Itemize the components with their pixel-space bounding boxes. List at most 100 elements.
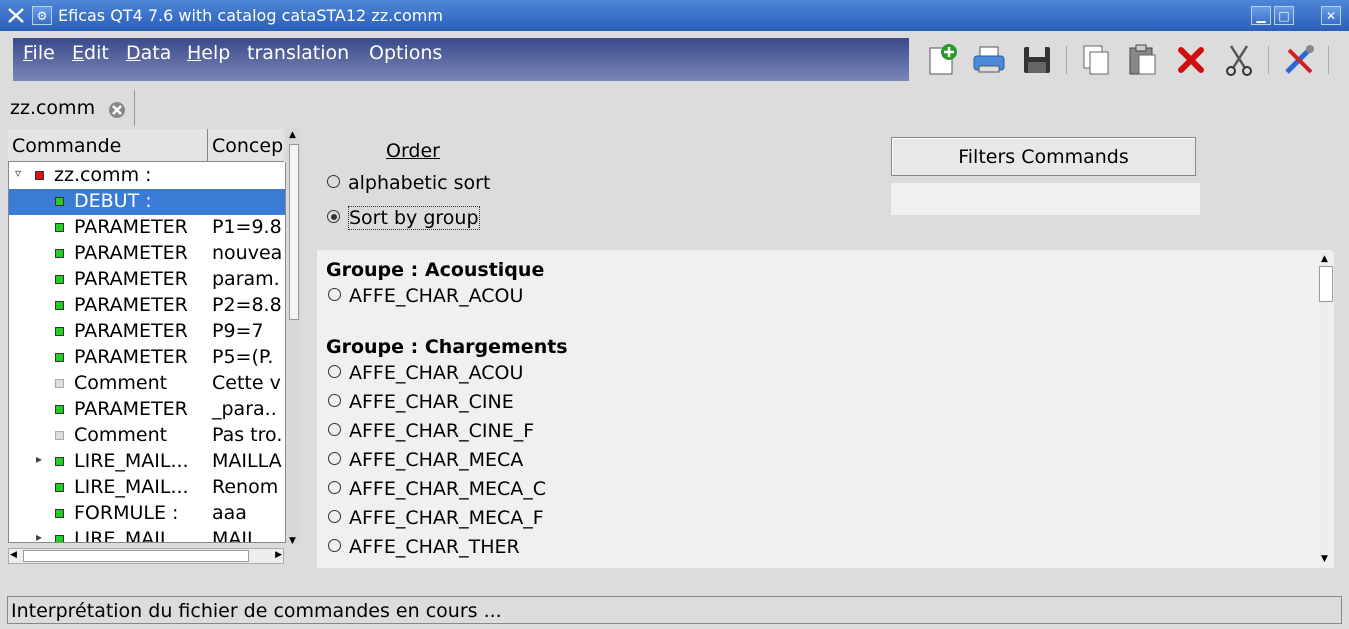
tree-row[interactable]: Comment Cette v xyxy=(9,371,285,397)
save-icon[interactable] xyxy=(1019,42,1055,78)
command-tree-panel: Commande Concep ▿ zz.comm : DEBUT : PARAMET… xyxy=(7,128,303,568)
app-icon xyxy=(8,8,24,23)
radio-icon[interactable] xyxy=(328,452,341,465)
expand-arrow-icon[interactable]: ▸ xyxy=(36,530,42,542)
print-icon[interactable] xyxy=(971,42,1007,78)
command-radio-item[interactable]: AFFE_CHAR_MECA_F xyxy=(328,507,544,529)
menu-options[interactable]: Options xyxy=(369,42,442,64)
comment-icon xyxy=(55,431,64,440)
tree-row-command: Comment xyxy=(74,424,168,446)
radio-alphabetic-sort[interactable]: alphabetic sort xyxy=(327,172,490,194)
status-text: Interprétation du fichier de commandes e… xyxy=(11,600,502,622)
command-list[interactable]: Groupe : Acoustique AFFE_CHAR_ACOU Groupe … xyxy=(317,250,1332,568)
radio-icon[interactable] xyxy=(328,365,341,378)
close-window-button[interactable]: ✕ xyxy=(1321,6,1341,25)
menu-data[interactable]: Data xyxy=(126,42,171,64)
tree-row-command: PARAMETER xyxy=(74,294,188,316)
group-title: Groupe : Acoustique xyxy=(326,259,545,281)
radio-icon[interactable] xyxy=(328,539,341,552)
radio-icon[interactable] xyxy=(328,423,341,436)
filter-input[interactable] xyxy=(891,183,1200,215)
minimize-button[interactable]: ▁ xyxy=(1251,6,1271,25)
tree-vertical-scrollbar[interactable]: ▲ ▼ xyxy=(287,128,301,546)
command-radio-item[interactable]: AFFE_CHAR_ACOU xyxy=(328,362,523,384)
cut-icon[interactable] xyxy=(1221,42,1257,78)
tree-row[interactable]: PARAMETER _para.. xyxy=(9,397,285,423)
status-invalid-icon xyxy=(35,171,44,180)
tree-row-concept: aaa xyxy=(212,502,247,524)
tree-row[interactable]: ▿ zz.comm : xyxy=(9,163,285,189)
scroll-left-icon[interactable]: ◀ xyxy=(10,550,17,560)
menu-bar: File Edit Data Help translation Options xyxy=(13,38,909,81)
maximize-button[interactable]: □ xyxy=(1274,6,1294,25)
radio-icon[interactable] xyxy=(328,288,341,301)
tree-row[interactable]: DEBUT : xyxy=(9,189,285,215)
tree-row[interactable]: PARAMETER P5=(P. xyxy=(9,345,285,371)
menu-translation[interactable]: translation xyxy=(247,42,349,64)
command-label: AFFE_CHAR_MECA_F xyxy=(349,507,544,529)
tree-row-concept: Renom xyxy=(212,476,279,498)
radio-icon[interactable] xyxy=(328,394,341,407)
radio-checked-icon[interactable] xyxy=(327,210,340,223)
scroll-up-icon[interactable]: ▲ xyxy=(1321,254,1328,264)
command-radio-item[interactable]: AFFE_CHAR_THER xyxy=(328,536,520,558)
command-radio-item[interactable]: AFFE_CHAR_MECA_C xyxy=(328,478,546,500)
close-tab-icon[interactable] xyxy=(108,101,126,119)
expand-arrow-icon[interactable]: ▸ xyxy=(36,452,42,466)
status-valid-icon xyxy=(55,405,64,414)
paste-icon[interactable] xyxy=(1125,42,1161,78)
new-file-icon[interactable] xyxy=(924,42,960,78)
scrollbar-thumb[interactable] xyxy=(289,144,299,320)
scrollbar-thumb[interactable] xyxy=(1319,266,1333,302)
scroll-down-icon[interactable]: ▼ xyxy=(1321,554,1328,564)
command-tree[interactable]: ▿ zz.comm : DEBUT : PARAMETER P1=9.8 PARAMETE… xyxy=(8,162,286,543)
radio-icon[interactable] xyxy=(328,481,341,494)
status-valid-icon xyxy=(55,353,64,362)
radio-sort-by-group[interactable]: Sort by group xyxy=(327,206,480,230)
command-radio-item[interactable]: AFFE_CHAR_CINE_F xyxy=(328,420,534,442)
tree-row[interactable]: PARAMETER nouvea xyxy=(9,241,285,267)
scroll-up-icon[interactable]: ▲ xyxy=(289,130,296,140)
command-label: AFFE_CHAR_ACOU xyxy=(349,362,524,384)
delete-icon[interactable] xyxy=(1173,42,1209,78)
command-list-scrollbar[interactable]: ▲ ▼ xyxy=(1318,252,1334,568)
tree-row[interactable]: PARAMETER P9=7 xyxy=(9,319,285,345)
tree-row[interactable]: PARAMETER P2=8.8 xyxy=(9,293,285,319)
tree-row[interactable]: PARAMETER P1=9.8 xyxy=(9,215,285,241)
radio-icon[interactable] xyxy=(327,175,340,188)
tree-row[interactable]: ▸ LIRE_MAIL... MAIL xyxy=(9,527,285,543)
column-header-commande[interactable]: Commande xyxy=(12,135,121,157)
tree-row[interactable]: LIRE_MAIL... Renom xyxy=(9,475,285,501)
tab-label: zz.comm xyxy=(10,97,96,119)
tab-zz-comm[interactable]: zz.comm xyxy=(4,90,135,126)
tree-row-concept: P1=9.8 xyxy=(212,216,282,238)
window-menu-icon[interactable]: ⚙ xyxy=(32,6,52,25)
menu-help[interactable]: Help xyxy=(187,42,230,64)
command-radio-item[interactable]: AFFE_CHAR_ACOU xyxy=(328,285,523,307)
menu-file[interactable]: File xyxy=(23,42,55,64)
tree-row-concept: P5=(P. xyxy=(212,346,274,368)
radio-icon[interactable] xyxy=(328,510,341,523)
tree-row-concept: MAIL xyxy=(212,528,258,543)
filters-commands-button[interactable]: Filters Commands xyxy=(891,137,1196,176)
menu-edit[interactable]: Edit xyxy=(72,42,109,64)
tools-icon[interactable] xyxy=(1281,42,1317,78)
collapse-arrow-icon[interactable]: ▿ xyxy=(15,166,21,180)
copy-icon[interactable] xyxy=(1078,42,1114,78)
tree-row-command: PARAMETER xyxy=(74,398,188,420)
tree-row[interactable]: FORMULE : aaa xyxy=(9,501,285,527)
tree-row-command: Comment xyxy=(74,372,168,394)
tree-row[interactable]: Comment Pas tro. xyxy=(9,423,285,449)
tree-row[interactable]: PARAMETER param. xyxy=(9,267,285,293)
column-header-concept[interactable]: Concep xyxy=(212,135,283,157)
tree-row[interactable]: ▸ LIRE_MAIL... MAILLA xyxy=(9,449,285,475)
command-radio-item[interactable]: AFFE_CHAR_CINE xyxy=(328,391,514,413)
status-valid-icon xyxy=(55,197,64,206)
status-valid-icon xyxy=(55,249,64,258)
scroll-right-icon[interactable]: ▶ xyxy=(275,550,282,560)
tree-horizontal-scrollbar[interactable]: ◀ ▶ xyxy=(8,548,284,564)
window-title: Eficas QT4 7.6 with catalog cataSTA12 zz… xyxy=(58,6,443,25)
scroll-down-icon[interactable]: ▼ xyxy=(289,536,296,546)
scrollbar-thumb[interactable] xyxy=(23,550,249,562)
command-radio-item[interactable]: AFFE_CHAR_MECA xyxy=(328,449,523,471)
